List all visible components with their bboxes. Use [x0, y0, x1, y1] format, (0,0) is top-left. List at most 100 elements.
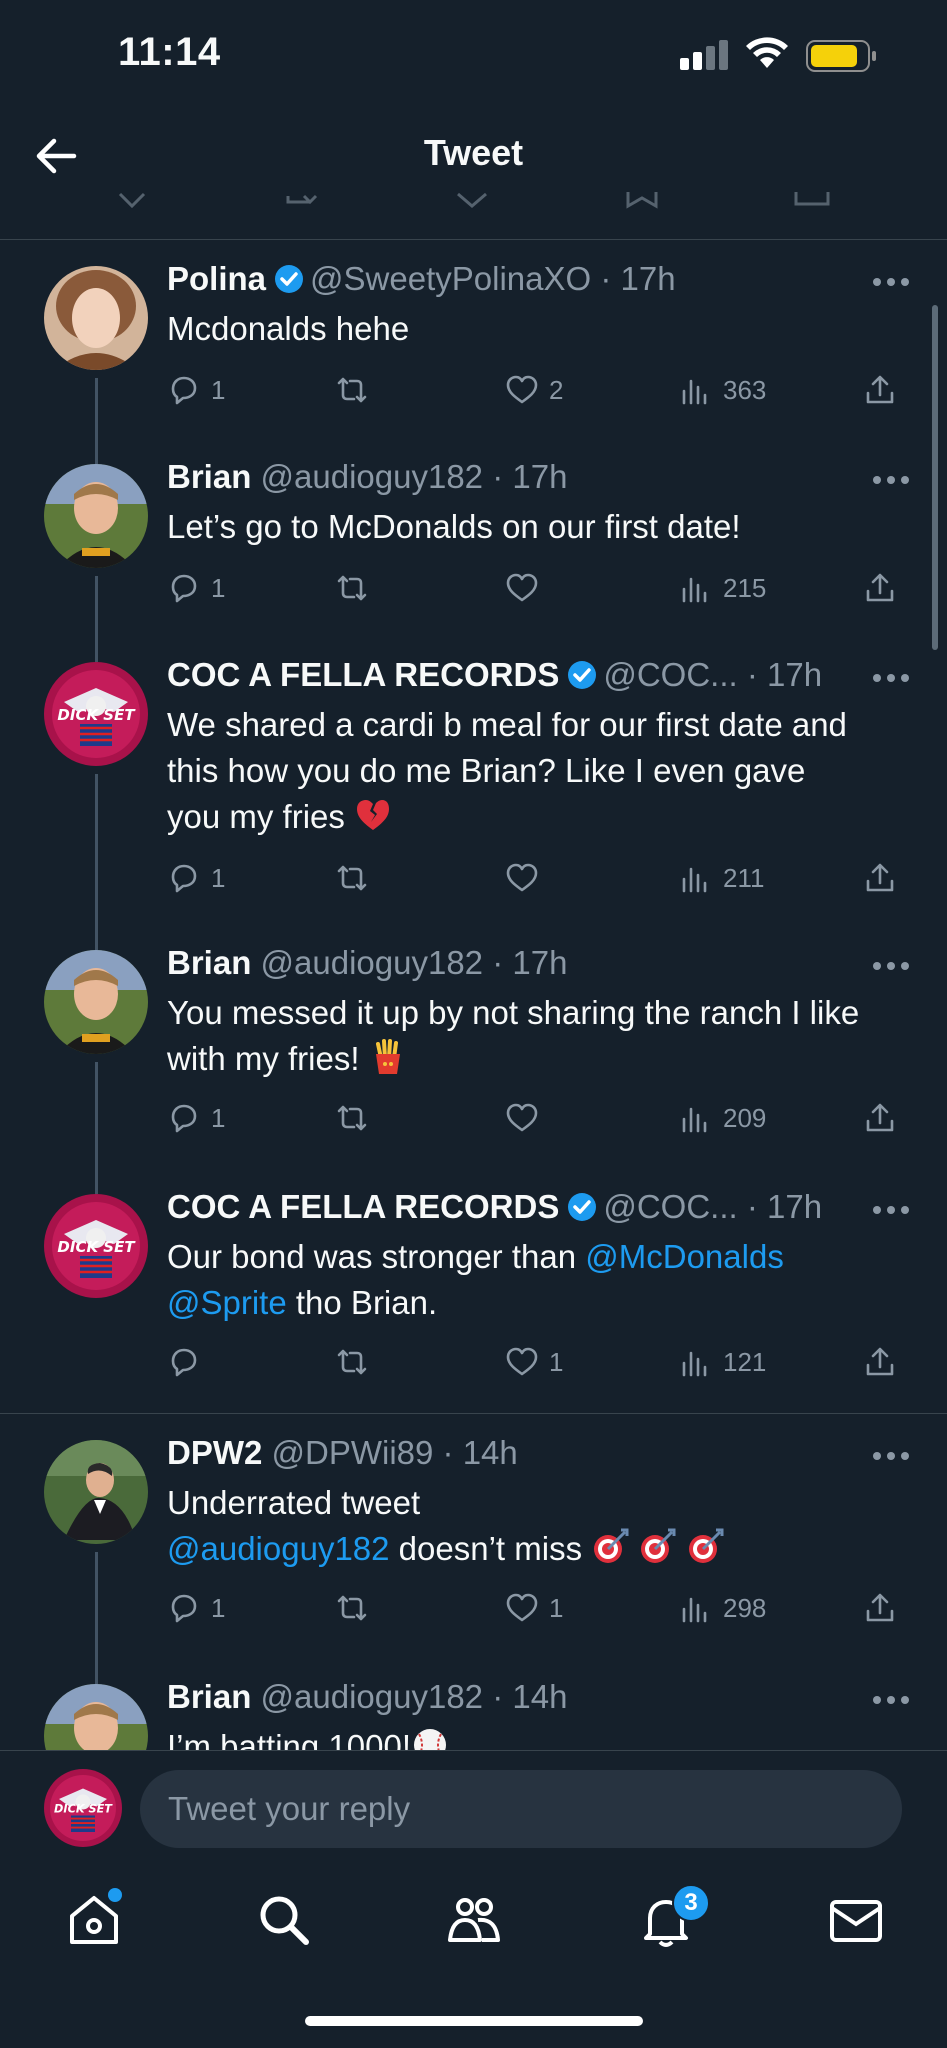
heart-icon: [506, 1347, 538, 1376]
reply-input[interactable]: [140, 1770, 902, 1848]
share-button[interactable]: [863, 1588, 897, 1628]
share-button[interactable]: [863, 1098, 897, 1138]
reply-button[interactable]: 1: [167, 370, 225, 410]
avatar[interactable]: [44, 950, 148, 1054]
heart-icon: [506, 1593, 538, 1622]
like-button[interactable]: 1: [505, 1588, 563, 1628]
reply-button[interactable]: 1: [167, 1588, 225, 1628]
username[interactable]: @SweetyPolinaXO: [310, 260, 591, 297]
username[interactable]: @COC...: [603, 656, 737, 693]
tweet[interactable]: Polina @SweetyPolinaXO · 17h Mcdonalds he…: [0, 240, 947, 438]
display-name[interactable]: Brian: [167, 458, 251, 495]
timestamp[interactable]: 17h: [512, 944, 567, 981]
display-name[interactable]: Brian: [167, 1678, 251, 1715]
timestamp[interactable]: 17h: [512, 458, 567, 495]
more-options-icon[interactable]: [871, 1204, 911, 1216]
display-name[interactable]: Polina: [167, 260, 266, 297]
avatar[interactable]: [44, 266, 148, 370]
share-button[interactable]: [863, 568, 897, 608]
retweet-button[interactable]: [335, 370, 379, 410]
retweet-button[interactable]: [335, 568, 379, 608]
username[interactable]: @DPWii89: [272, 1434, 434, 1471]
timestamp[interactable]: 17h: [767, 656, 822, 693]
thread-line: [95, 924, 98, 950]
views-button[interactable]: 363: [679, 370, 766, 410]
share-icon: [866, 863, 894, 892]
like-button[interactable]: 2: [505, 370, 563, 410]
share-button[interactable]: [863, 858, 897, 898]
avatar-logo-text: DICK SET: [57, 706, 136, 724]
top-navigation-bar: Tweet: [0, 110, 947, 240]
views-button[interactable]: 209: [679, 1098, 766, 1138]
retweet-button[interactable]: [335, 1342, 379, 1382]
tab-search[interactable]: [254, 1890, 314, 1950]
mention-link[interactable]: @audioguy182: [167, 1530, 390, 1567]
timestamp[interactable]: 14h: [512, 1678, 567, 1715]
timestamp[interactable]: 17h: [621, 260, 676, 297]
timestamp[interactable]: 17h: [767, 1188, 822, 1225]
tab-communities[interactable]: [444, 1890, 504, 1950]
share-icon: [866, 1103, 894, 1132]
reply-button[interactable]: 1: [167, 1098, 225, 1138]
retweet-icon: [337, 1595, 367, 1621]
reply-button[interactable]: [167, 1342, 211, 1382]
mention-link[interactable]: @Sprite: [167, 1284, 287, 1321]
tweet-header: Brian @audioguy182 · 17h: [167, 944, 847, 988]
more-options-icon[interactable]: [871, 960, 911, 972]
communities-icon: [448, 1898, 500, 1942]
avatar[interactable]: DICK SET: [44, 662, 148, 766]
display-name[interactable]: Brian: [167, 944, 251, 981]
retweet-button[interactable]: [335, 858, 379, 898]
avatar[interactable]: DICK SET: [44, 1194, 148, 1298]
tweet[interactable]: DPW2 @DPWii89 · 14h Underrated tweet @aud…: [0, 1414, 947, 1658]
avatar[interactable]: [44, 1440, 148, 1544]
thread-line: [95, 774, 98, 924]
tweet[interactable]: Brian @audioguy182 · 17h You messed it u…: [0, 924, 947, 1168]
share-button[interactable]: [863, 370, 897, 410]
tweet[interactable]: Brian @audioguy182 · 14h I’m batting 100…: [0, 1658, 947, 1750]
more-options-icon[interactable]: [871, 672, 911, 684]
username[interactable]: @audioguy182: [261, 458, 484, 495]
tweet[interactable]: DICK SET COC A FELLA RECORDS @COC... · 17…: [0, 636, 947, 924]
more-options-icon[interactable]: [871, 1694, 911, 1706]
like-button[interactable]: [505, 1098, 549, 1138]
like-button[interactable]: 1: [505, 1342, 563, 1382]
thread-line: [95, 438, 98, 464]
avatar[interactable]: [44, 1684, 148, 1750]
views-button[interactable]: 215: [679, 568, 766, 608]
tweet[interactable]: DICK SET COC A FELLA RECORDS @COC... · 17…: [0, 1168, 947, 1412]
tweet[interactable]: Brian @audioguy182 · 17h Let’s go to McD…: [0, 438, 947, 636]
separator: ·: [737, 656, 767, 693]
views-button[interactable]: 121: [679, 1342, 766, 1382]
share-icon: [794, 192, 830, 206]
mention-link[interactable]: @McDonalds: [585, 1238, 784, 1275]
tab-messages[interactable]: [826, 1890, 886, 1950]
my-avatar[interactable]: DICK SET: [44, 1769, 122, 1847]
timestamp[interactable]: 14h: [463, 1434, 518, 1471]
display-name[interactable]: COC A FELLA RECORDS: [167, 1188, 559, 1225]
retweet-button[interactable]: [335, 1588, 379, 1628]
display-name[interactable]: DPW2: [167, 1434, 262, 1471]
retweet-button[interactable]: [335, 1098, 379, 1138]
username[interactable]: @audioguy182: [261, 944, 484, 981]
separator: ·: [483, 1678, 513, 1715]
username[interactable]: @audioguy182: [261, 1678, 484, 1715]
retweet-icon: [286, 194, 318, 205]
tweet-actions: 1 121: [167, 1342, 907, 1382]
reply-button[interactable]: 1: [167, 858, 225, 898]
more-options-icon[interactable]: [871, 1450, 911, 1462]
reply-button[interactable]: 1: [167, 568, 225, 608]
share-button[interactable]: [863, 1342, 897, 1382]
analytics-icon: [682, 379, 707, 405]
like-button[interactable]: [505, 858, 549, 898]
views-button[interactable]: 211: [679, 858, 764, 898]
more-options-icon[interactable]: [871, 276, 911, 288]
username[interactable]: @COC...: [603, 1188, 737, 1225]
tweet-actions: 1 2 363: [167, 370, 907, 410]
views-button[interactable]: 298: [679, 1588, 766, 1628]
avatar[interactable]: [44, 464, 148, 568]
like-button[interactable]: [505, 568, 549, 608]
display-name[interactable]: COC A FELLA RECORDS: [167, 656, 559, 693]
scrollbar[interactable]: [932, 305, 938, 650]
more-options-icon[interactable]: [871, 474, 911, 486]
